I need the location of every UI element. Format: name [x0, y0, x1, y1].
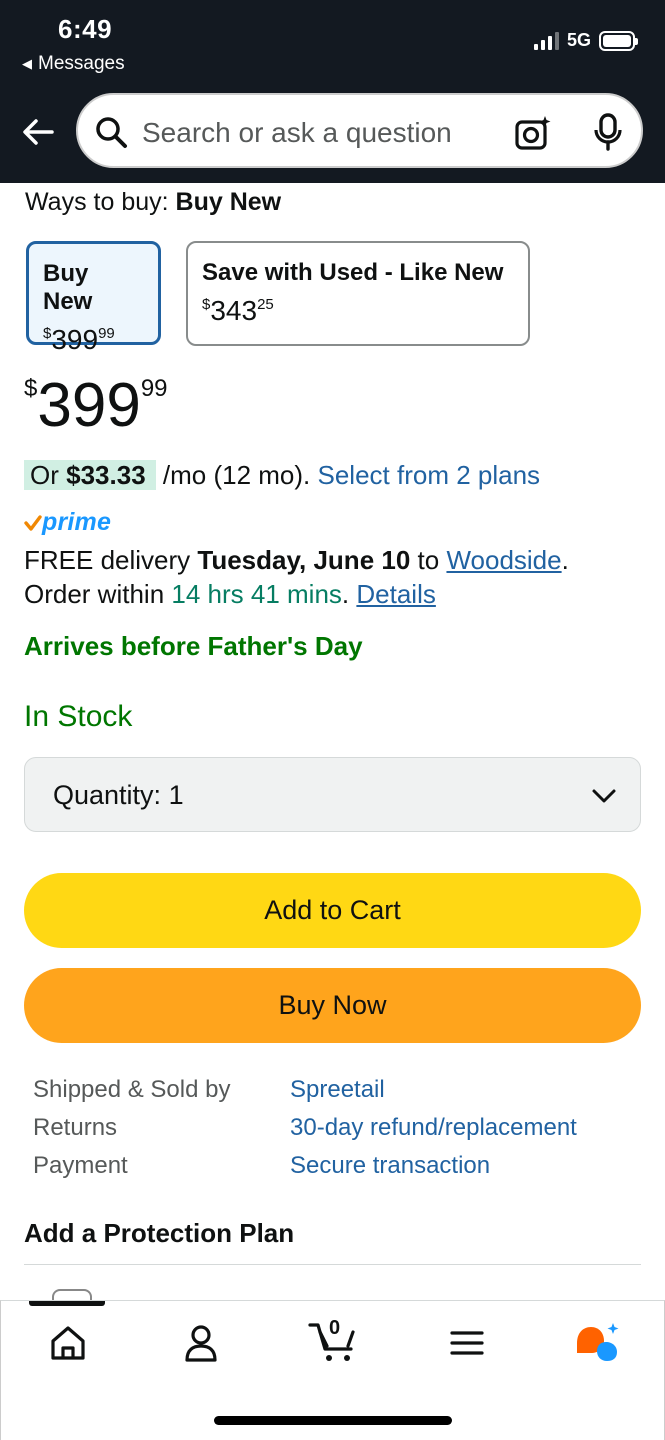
camera-icon[interactable] [514, 114, 552, 152]
rufus-icon[interactable] [573, 1321, 621, 1363]
stock-status: In Stock [24, 700, 133, 733]
battery-icon [599, 30, 638, 51]
monthly-payment: Or $33.33 /mo (12 mo). Select from 2 pla… [24, 460, 540, 491]
microphone-icon[interactable] [592, 113, 624, 151]
seller-link[interactable]: Spreetail [290, 1076, 385, 1104]
option-title: Save with Used - Like New [202, 259, 504, 286]
signal-icon [533, 31, 559, 50]
add-to-cart-button[interactable]: Add to Cart [24, 873, 641, 948]
option-price: $34325 [202, 295, 274, 326]
buy-new-option[interactable]: Buy New $39999 [26, 241, 161, 355]
select-plans-link[interactable]: Select from 2 plans [318, 460, 541, 490]
delivery-info: FREE delivery Tuesday, June 10 to Woodsi… [24, 545, 569, 609]
option-price: $39999 [43, 324, 115, 355]
app-header: 6:49 ◀ Messages 5G Search or ask a quest… [0, 0, 665, 183]
home-icon[interactable] [48, 1323, 88, 1363]
menu-icon[interactable] [447, 1323, 487, 1363]
returns-link[interactable]: 30-day refund/replacement [290, 1114, 577, 1142]
status-time: 6:49 [58, 14, 113, 44]
home-indicator[interactable] [214, 1416, 452, 1425]
details-link[interactable]: Details [356, 579, 435, 609]
returns-label: Returns [33, 1114, 118, 1141]
ways-to-buy-label: Ways to buy: Buy New [25, 188, 282, 216]
delivery-date: Tuesday, June 10 [197, 545, 411, 575]
protection-plan-heading: Add a Protection Plan [24, 1218, 295, 1248]
ways-to-buy-selected: Buy New [175, 188, 282, 216]
order-countdown: 14 hrs 41 mins [171, 579, 342, 609]
search-icon [96, 117, 127, 148]
arrives-note: Arrives before Father's Day [24, 631, 363, 661]
prime-label: prime [42, 508, 112, 536]
search-input[interactable]: Search or ask a question [142, 117, 452, 149]
monthly-term: /mo (12 mo). [162, 460, 311, 490]
option-title: Buy New [43, 260, 93, 315]
cart-count: 0 [329, 1317, 341, 1339]
delivery-location-link[interactable]: Woodside [446, 545, 561, 575]
status-indicators: 5G [533, 30, 638, 51]
search-bar[interactable]: Search or ask a question [76, 93, 643, 168]
back-triangle-icon: ◀ [22, 56, 32, 71]
back-to-messages[interactable]: ◀ Messages [22, 53, 125, 75]
divider [24, 1264, 641, 1265]
network-label: 5G [566, 30, 591, 50]
back-arrow-icon[interactable] [20, 114, 56, 150]
product-price: $39999 [24, 371, 168, 440]
back-app-label: Messages [38, 53, 125, 74]
active-tab-indicator [29, 1301, 105, 1306]
account-icon[interactable] [181, 1323, 221, 1363]
payment-label: Payment [33, 1152, 128, 1179]
prime-check-icon [24, 514, 42, 531]
chevron-down-icon [592, 789, 616, 803]
used-like-new-option[interactable]: Save with Used - Like New $34325 [186, 241, 530, 346]
quantity-select[interactable]: Quantity: 1 [24, 757, 641, 832]
quantity-label: Quantity: 1 [53, 780, 184, 810]
prime-badge: prime [24, 508, 111, 537]
buy-now-button[interactable]: Buy Now [24, 968, 641, 1043]
cart-icon[interactable]: 0 [307, 1317, 359, 1363]
payment-link[interactable]: Secure transaction [290, 1152, 490, 1180]
monthly-highlight: Or $33.33 [24, 460, 156, 490]
shipped-sold-label: Shipped & Sold by [33, 1076, 231, 1103]
